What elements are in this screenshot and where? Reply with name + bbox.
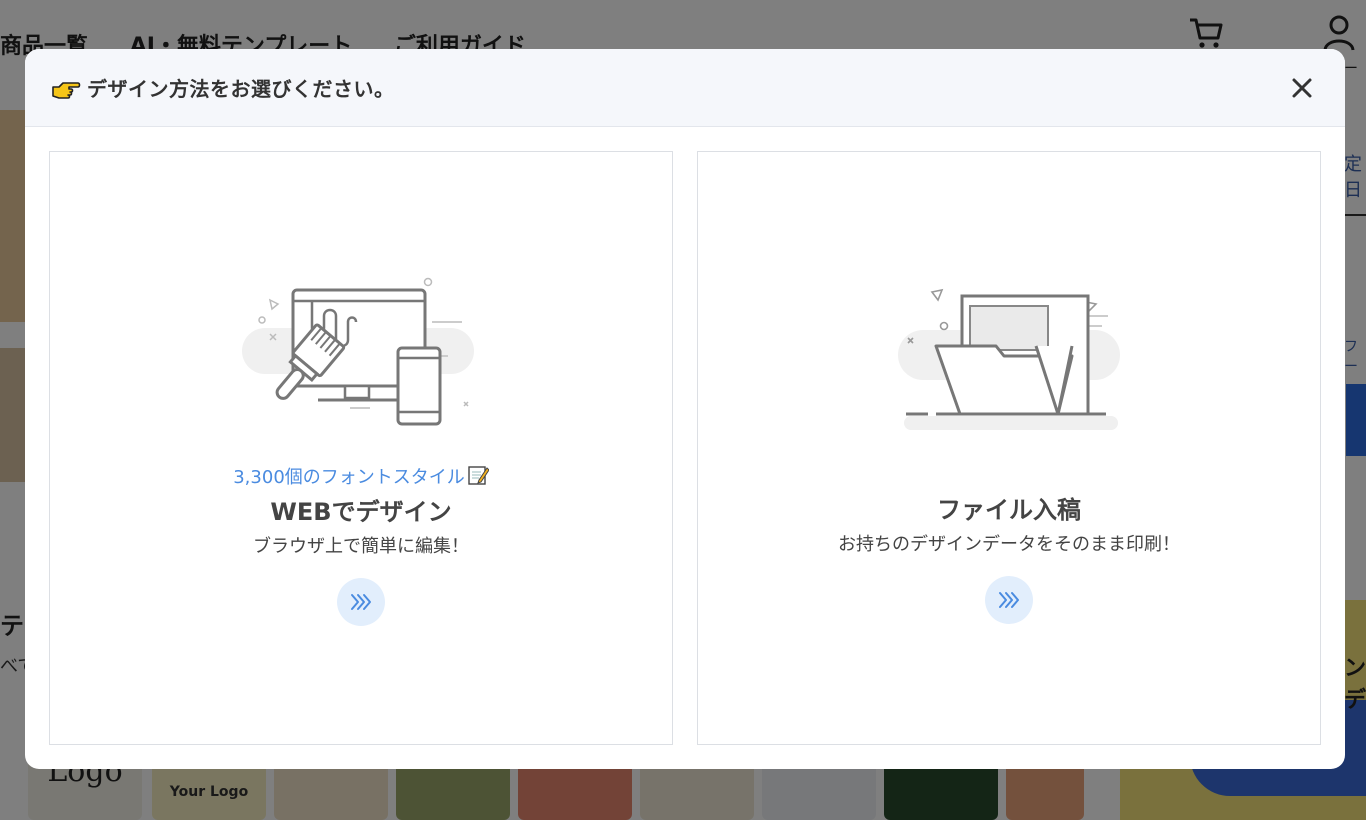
file-upload-option[interactable]: ファイル入稿 お持ちのデザインデータをそのまま印刷！	[697, 151, 1321, 745]
font-style-promo: 3,300個のフォントスタイル	[50, 463, 672, 489]
chevrons-right-icon	[351, 594, 371, 610]
file-upload-subtitle: お持ちのデザインデータをそのまま印刷！	[838, 534, 1180, 555]
web-design-title: WEBでデザイン	[270, 498, 452, 526]
web-design-option[interactable]: 3,300個のフォントスタイル WEBでデザイン ブラウザ上で簡単に編集！	[49, 151, 673, 745]
close-icon	[1292, 78, 1312, 98]
file-upload-title: ファイル入稿	[937, 496, 1081, 524]
memo-icon	[468, 466, 489, 485]
pointing-hand-icon	[52, 82, 81, 99]
close-button[interactable]	[1287, 73, 1317, 103]
web-design-subtitle: ブラウザ上で簡単に編集！	[253, 536, 469, 557]
monitor-brush-illustration	[242, 277, 474, 426]
chevrons-right-icon	[999, 592, 1019, 608]
modal-title: デザイン方法をお選びください。	[87, 77, 395, 101]
folder-document-illustration	[898, 288, 1120, 430]
promo-text: 3,300個のフォントスタイル	[233, 467, 465, 488]
web-design-go-button[interactable]	[337, 578, 385, 626]
modal-header: デザイン方法をお選びください。	[25, 49, 1345, 127]
design-method-modal: デザイン方法をお選びください。 3,300個のフォントスタイル WEBでデザイン…	[25, 49, 1345, 769]
file-upload-go-button[interactable]	[985, 576, 1033, 624]
